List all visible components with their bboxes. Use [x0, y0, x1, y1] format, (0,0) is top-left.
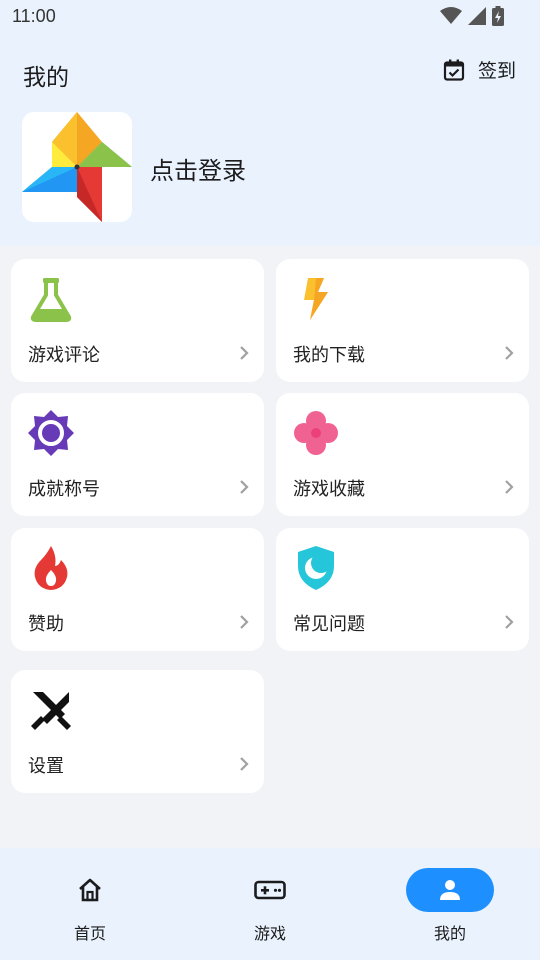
menu-card-label: 成就称号	[28, 479, 100, 500]
nav-icon-container	[46, 868, 134, 912]
lightning-icon	[304, 278, 328, 320]
checkin-button[interactable]: 签到	[442, 56, 516, 83]
menu-card-label: 我的下载	[293, 345, 365, 366]
wifi-icon	[440, 7, 462, 24]
status-time: 11:00	[12, 6, 56, 26]
battery-icon	[492, 6, 504, 26]
chevron-right-icon	[505, 615, 514, 629]
clover-icon	[294, 411, 338, 455]
nav-label: 游戏	[253, 924, 286, 943]
menu-card-game-favorites[interactable]: 游戏收藏	[276, 393, 529, 516]
nav-label: 我的	[433, 924, 466, 943]
status-icons	[440, 6, 504, 26]
nav-icon-container	[406, 868, 494, 912]
menu-card-faq[interactable]: 常见问题	[276, 528, 529, 651]
login-link[interactable]: 点击登录	[150, 151, 246, 186]
menu-card-label: 游戏评论	[28, 345, 100, 366]
chevron-right-icon	[240, 615, 249, 629]
calendar-check-icon	[443, 59, 465, 81]
chevron-right-icon	[505, 480, 514, 494]
checkin-label: 签到	[478, 60, 517, 82]
menu-card-label: 游戏收藏	[293, 479, 365, 500]
nav-tab-home[interactable]: 首页	[30, 868, 150, 948]
status-bar: 11:00	[0, 0, 540, 34]
pinwheel-logo-icon	[22, 112, 132, 222]
sun-badge-icon	[28, 410, 74, 456]
menu-card-label: 赞助	[28, 614, 64, 635]
chevron-right-icon	[240, 346, 249, 360]
person-icon	[440, 880, 460, 900]
home-icon	[79, 878, 101, 902]
gamepad-icon	[254, 880, 286, 900]
avatar[interactable]	[22, 112, 132, 222]
shield-moon-icon	[298, 546, 334, 590]
bottom-nav: 首页 游戏 我的	[0, 848, 540, 960]
crossed-swords-icon	[31, 692, 71, 730]
chevron-right-icon	[240, 757, 249, 771]
menu-card-label: 设置	[28, 756, 64, 777]
flame-icon	[34, 546, 68, 590]
menu-card-label: 常见问题	[293, 614, 365, 635]
signal-icon	[468, 7, 486, 25]
chevron-right-icon	[240, 480, 249, 494]
menu-card-sponsor[interactable]: 赞助	[11, 528, 264, 651]
page-title: 我的	[23, 65, 69, 91]
chevron-right-icon	[505, 346, 514, 360]
nav-icon-container	[226, 868, 314, 912]
menu-card-achievements[interactable]: 成就称号	[11, 393, 264, 516]
nav-label: 首页	[73, 924, 106, 943]
nav-tab-mine[interactable]: 我的	[390, 868, 510, 948]
menu-card-my-downloads[interactable]: 我的下载	[276, 259, 529, 382]
nav-tab-games[interactable]: 游戏	[210, 868, 330, 948]
flask-icon	[30, 278, 72, 322]
menu-card-game-reviews[interactable]: 游戏评论	[11, 259, 264, 382]
menu-card-settings[interactable]: 设置	[11, 670, 264, 793]
